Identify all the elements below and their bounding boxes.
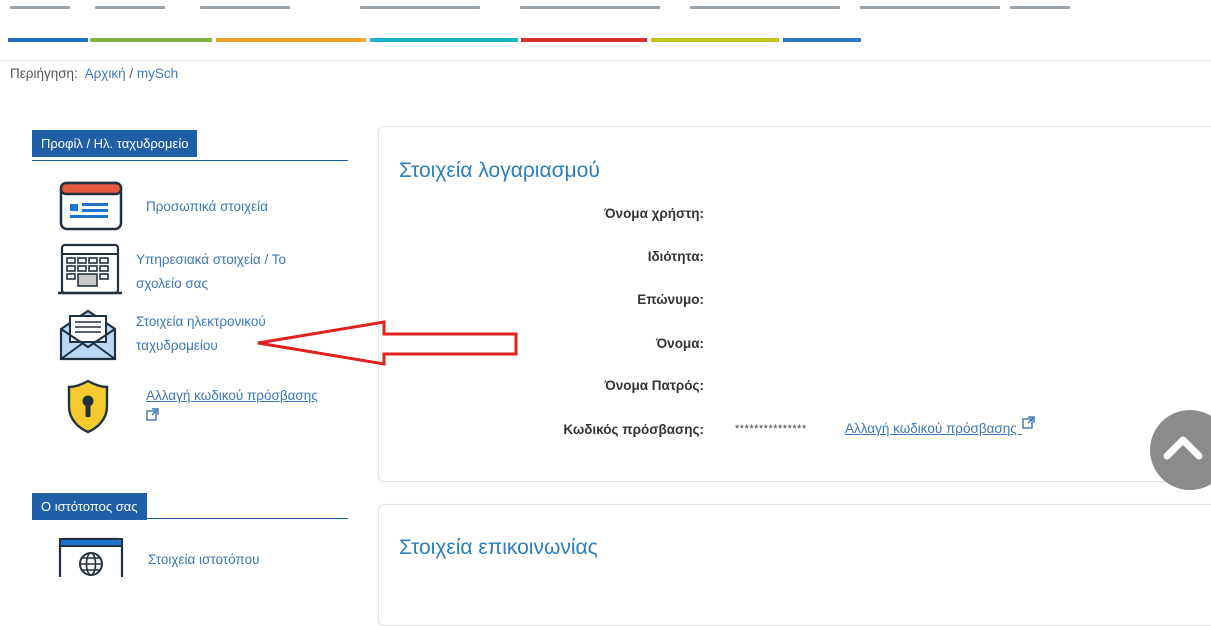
contact-panel [378, 504, 1211, 626]
sidebar-item-email-info-line2: ταχυδρομείου [136, 338, 218, 353]
sidebar-item-email-info-line1: Στοιχεία ηλεκτρονικού [136, 314, 266, 329]
envelope-icon[interactable] [57, 307, 119, 368]
building-icon[interactable] [56, 242, 124, 303]
color-bar [521, 38, 647, 42]
field-label-password: Κωδικός πρόσβασης: [563, 422, 704, 437]
annotation-arrow [257, 320, 518, 366]
color-bar [8, 38, 88, 42]
breadcrumb-separator: / [129, 66, 134, 81]
sidebar-item-change-password-label[interactable]: Αλλαγή κωδικού πρόσβασης [146, 388, 318, 403]
breadcrumb-home-link[interactable]: Αρχική [85, 66, 126, 81]
breadcrumb: Περιήγηση: Αρχική / mySch [10, 66, 178, 81]
color-bar [783, 38, 861, 42]
field-label-father-name: Όνομα Πατρός: [604, 378, 704, 393]
sidebar-item-service-info[interactable]: Υπηρεσιακά στοιχεία / Το σχολείο σας [136, 248, 286, 296]
external-link-icon[interactable] [146, 408, 318, 425]
field-label-username: Όνομα χρήστη: [604, 206, 704, 221]
contact-panel-title: Στοιχεία επικοινωνίας [399, 536, 598, 559]
color-bar [651, 38, 779, 42]
sidebar-item-change-password[interactable]: Αλλαγή κωδικού πρόσβασης [146, 384, 318, 425]
browser-bookmarks-strip [0, 0, 1211, 16]
section-underline [32, 518, 348, 519]
section-title-profile: Προφίλ / Ηλ. ταχυδρομείο [32, 130, 198, 157]
breadcrumb-current[interactable]: mySch [137, 66, 178, 81]
id-card-icon[interactable] [58, 180, 124, 237]
color-bar [370, 38, 518, 42]
section-title-website: Ο ιστότοπος σας [32, 493, 147, 520]
breadcrumb-label: Περιήγηση: [10, 66, 78, 81]
field-label-role: Ιδιότητα: [647, 249, 704, 264]
change-password-link-label[interactable]: Αλλαγή κωδικού πρόσβασης [845, 421, 1017, 436]
shield-keyhole-icon[interactable] [66, 378, 110, 439]
sidebar-item-service-info-line2: σχολείο σας [136, 276, 208, 291]
sidebar-item-email-info[interactable]: Στοιχεία ηλεκτρονικού ταχυδρομείου [136, 310, 266, 358]
password-masked-value: *************** [735, 423, 807, 435]
color-bar [216, 38, 366, 42]
account-panel-title: Στοιχεία λογαριασμού [399, 159, 600, 182]
header-separator [0, 60, 1211, 61]
sidebar-item-website-info[interactable]: Στοιχεία ιστοτόπου [148, 548, 259, 572]
color-bar [90, 38, 212, 42]
external-link-icon[interactable] [1018, 416, 1035, 432]
sidebar-item-service-info-line1: Υπηρεσιακά στοιχεία / Το [136, 252, 286, 267]
section-underline [32, 160, 348, 161]
chevron-up-icon [1163, 436, 1203, 460]
globe-window-icon[interactable] [58, 537, 124, 591]
field-label-surname: Επώνυμο: [637, 292, 704, 307]
change-password-link[interactable]: Αλλαγή κωδικού πρόσβασης [845, 416, 1035, 436]
sidebar-item-personal-info[interactable]: Προσωπικά στοιχεία [146, 195, 268, 219]
